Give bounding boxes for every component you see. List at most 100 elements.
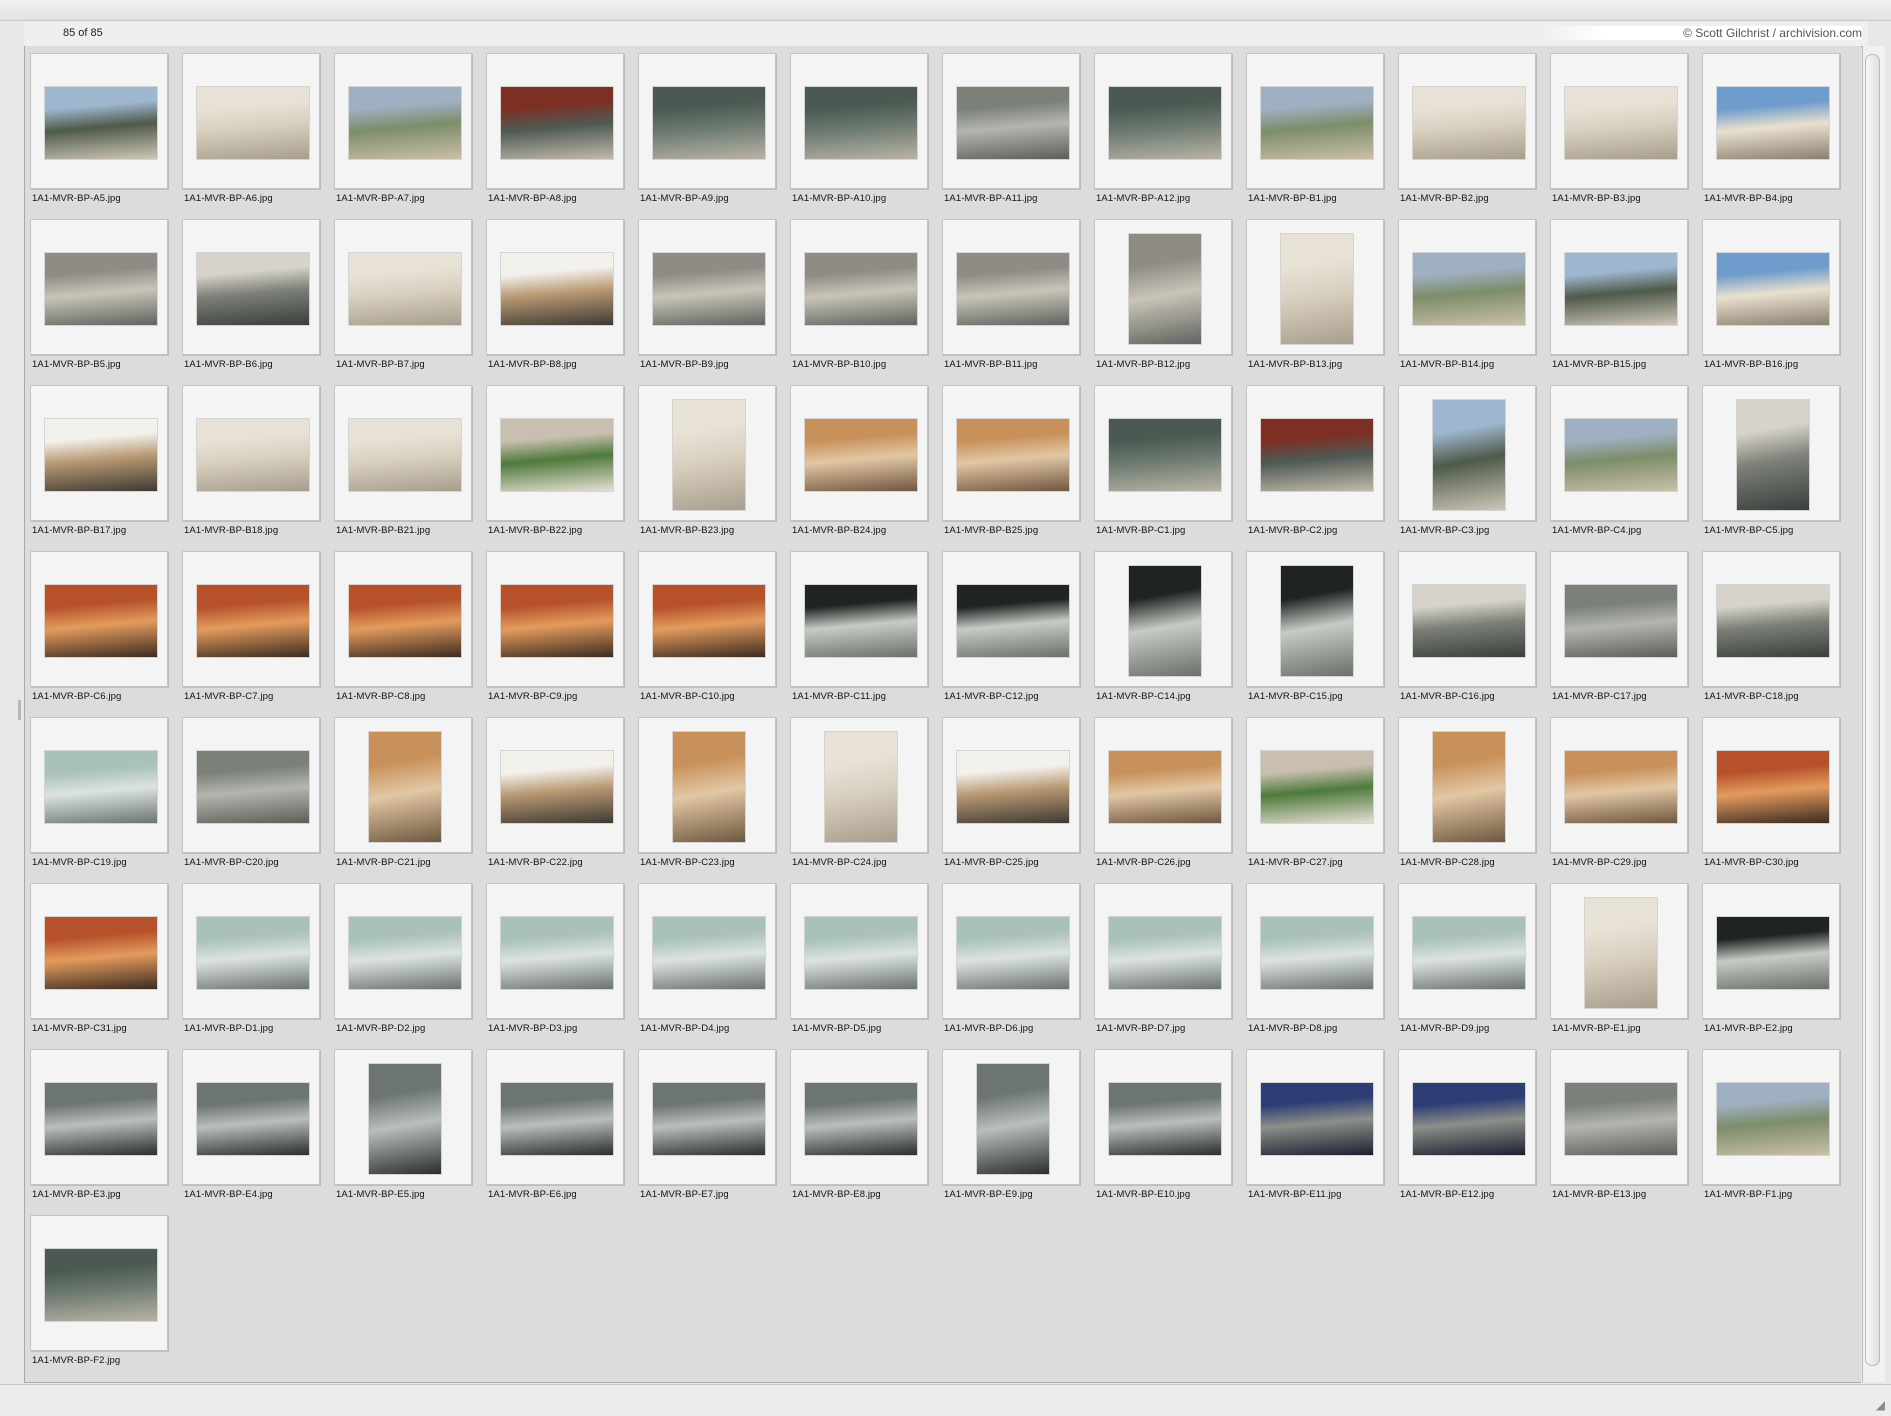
thumbnail-image[interactable]: [368, 731, 442, 843]
thumbnail-image[interactable]: [1564, 86, 1678, 160]
thumbnail-image[interactable]: [44, 750, 158, 824]
thumbnail-image[interactable]: [672, 399, 746, 511]
thumbnail-item[interactable]: 1A1-MVR-BP-C29.jpg: [1550, 717, 1688, 868]
thumbnail-item[interactable]: 1A1-MVR-BP-B4.jpg: [1702, 53, 1840, 204]
thumbnail-image[interactable]: [1412, 584, 1526, 658]
thumbnail-image[interactable]: [1716, 86, 1830, 160]
thumbnail-item[interactable]: 1A1-MVR-BP-A5.jpg: [30, 53, 168, 204]
thumbnail-image[interactable]: [196, 584, 310, 658]
thumbnail-image[interactable]: [44, 418, 158, 492]
thumbnail-item[interactable]: 1A1-MVR-BP-E4.jpg: [182, 1049, 320, 1200]
thumbnail-image[interactable]: [1412, 252, 1526, 326]
thumbnail-image[interactable]: [1432, 731, 1506, 843]
thumbnail-image[interactable]: [976, 1063, 1050, 1175]
thumbnail-image[interactable]: [1108, 750, 1222, 824]
thumbnail-item[interactable]: 1A1-MVR-BP-C31.jpg: [30, 883, 168, 1034]
thumbnail-item[interactable]: 1A1-MVR-BP-B24.jpg: [790, 385, 928, 536]
thumbnail-item[interactable]: 1A1-MVR-BP-B12.jpg: [1094, 219, 1232, 370]
thumbnail-image[interactable]: [956, 916, 1070, 990]
thumbnail-item[interactable]: 1A1-MVR-BP-C18.jpg: [1702, 551, 1840, 702]
thumbnail-image[interactable]: [804, 252, 918, 326]
thumbnail-item[interactable]: 1A1-MVR-BP-E13.jpg: [1550, 1049, 1688, 1200]
thumbnail-image[interactable]: [196, 86, 310, 160]
thumbnail-item[interactable]: 1A1-MVR-BP-C4.jpg: [1550, 385, 1688, 536]
thumbnail-image[interactable]: [804, 584, 918, 658]
thumbnail-item[interactable]: 1A1-MVR-BP-E9.jpg: [942, 1049, 1080, 1200]
thumbnail-item[interactable]: 1A1-MVR-BP-E11.jpg: [1246, 1049, 1384, 1200]
thumbnail-image[interactable]: [804, 86, 918, 160]
thumbnail-item[interactable]: 1A1-MVR-BP-A7.jpg: [334, 53, 472, 204]
thumbnail-item[interactable]: 1A1-MVR-BP-C1.jpg: [1094, 385, 1232, 536]
thumbnail-image[interactable]: [44, 86, 158, 160]
thumbnail-item[interactable]: 1A1-MVR-BP-B11.jpg: [942, 219, 1080, 370]
thumbnail-item[interactable]: 1A1-MVR-BP-C5.jpg: [1702, 385, 1840, 536]
thumbnail-item[interactable]: 1A1-MVR-BP-B1.jpg: [1246, 53, 1384, 204]
thumbnail-item[interactable]: 1A1-MVR-BP-C28.jpg: [1398, 717, 1536, 868]
thumbnail-image[interactable]: [652, 916, 766, 990]
thumbnail-image[interactable]: [804, 418, 918, 492]
thumbnail-image[interactable]: [500, 584, 614, 658]
thumbnail-item[interactable]: 1A1-MVR-BP-D6.jpg: [942, 883, 1080, 1034]
thumbnail-image[interactable]: [196, 750, 310, 824]
thumbnail-item[interactable]: 1A1-MVR-BP-B21.jpg: [334, 385, 472, 536]
thumbnail-image[interactable]: [672, 731, 746, 843]
thumbnail-item[interactable]: 1A1-MVR-BP-D9.jpg: [1398, 883, 1536, 1034]
thumbnail-image[interactable]: [1564, 1082, 1678, 1156]
thumbnail-item[interactable]: 1A1-MVR-BP-C17.jpg: [1550, 551, 1688, 702]
thumbnail-image[interactable]: [500, 1082, 614, 1156]
thumbnail-image[interactable]: [348, 418, 462, 492]
thumbnail-item[interactable]: 1A1-MVR-BP-A6.jpg: [182, 53, 320, 204]
thumbnail-item[interactable]: 1A1-MVR-BP-B18.jpg: [182, 385, 320, 536]
thumbnail-image[interactable]: [348, 916, 462, 990]
thumbnail-image[interactable]: [652, 86, 766, 160]
thumbnail-item[interactable]: 1A1-MVR-BP-B7.jpg: [334, 219, 472, 370]
thumbnail-image[interactable]: [652, 252, 766, 326]
thumbnail-image[interactable]: [196, 1082, 310, 1156]
thumbnail-image[interactable]: [44, 1082, 158, 1156]
thumbnail-image[interactable]: [1564, 750, 1678, 824]
thumbnail-image[interactable]: [1260, 86, 1374, 160]
thumbnail-item[interactable]: 1A1-MVR-BP-A8.jpg: [486, 53, 624, 204]
thumbnail-item[interactable]: 1A1-MVR-BP-C25.jpg: [942, 717, 1080, 868]
thumbnail-image[interactable]: [1716, 584, 1830, 658]
thumbnail-item[interactable]: 1A1-MVR-BP-C21.jpg: [334, 717, 472, 868]
thumbnail-item[interactable]: 1A1-MVR-BP-C6.jpg: [30, 551, 168, 702]
thumbnail-item[interactable]: 1A1-MVR-BP-B15.jpg: [1550, 219, 1688, 370]
thumbnail-item[interactable]: 1A1-MVR-BP-A10.jpg: [790, 53, 928, 204]
thumbnail-item[interactable]: 1A1-MVR-BP-E8.jpg: [790, 1049, 928, 1200]
thumbnail-image[interactable]: [500, 916, 614, 990]
thumbnail-item[interactable]: 1A1-MVR-BP-B5.jpg: [30, 219, 168, 370]
thumbnail-image[interactable]: [1280, 565, 1354, 677]
thumbnail-item[interactable]: 1A1-MVR-BP-D4.jpg: [638, 883, 776, 1034]
thumbnail-image[interactable]: [348, 252, 462, 326]
thumbnail-image[interactable]: [44, 584, 158, 658]
thumbnail-image[interactable]: [652, 1082, 766, 1156]
thumbnail-item[interactable]: 1A1-MVR-BP-A9.jpg: [638, 53, 776, 204]
thumbnail-image[interactable]: [1108, 916, 1222, 990]
thumbnail-item[interactable]: 1A1-MVR-BP-C14.jpg: [1094, 551, 1232, 702]
thumbnail-item[interactable]: 1A1-MVR-BP-C24.jpg: [790, 717, 928, 868]
thumbnail-image[interactable]: [956, 418, 1070, 492]
thumbnail-image[interactable]: [1716, 916, 1830, 990]
thumbnail-image[interactable]: [1260, 418, 1374, 492]
thumbnail-item[interactable]: 1A1-MVR-BP-B13.jpg: [1246, 219, 1384, 370]
thumbnail-item[interactable]: 1A1-MVR-BP-D1.jpg: [182, 883, 320, 1034]
thumbnail-image[interactable]: [1108, 1082, 1222, 1156]
thumbnail-image[interactable]: [196, 916, 310, 990]
thumbnail-image[interactable]: [500, 252, 614, 326]
thumbnail-image[interactable]: [804, 1082, 918, 1156]
thumbnail-item[interactable]: 1A1-MVR-BP-C15.jpg: [1246, 551, 1384, 702]
thumbnail-item[interactable]: 1A1-MVR-BP-C19.jpg: [30, 717, 168, 868]
thumbnail-item[interactable]: 1A1-MVR-BP-C2.jpg: [1246, 385, 1384, 536]
thumbnail-item[interactable]: 1A1-MVR-BP-C16.jpg: [1398, 551, 1536, 702]
thumbnail-item[interactable]: 1A1-MVR-BP-C12.jpg: [942, 551, 1080, 702]
thumbnail-item[interactable]: 1A1-MVR-BP-E3.jpg: [30, 1049, 168, 1200]
thumbnail-image[interactable]: [956, 584, 1070, 658]
thumbnail-image[interactable]: [1716, 1082, 1830, 1156]
thumbnail-item[interactable]: 1A1-MVR-BP-B9.jpg: [638, 219, 776, 370]
thumbnail-item[interactable]: 1A1-MVR-BP-C23.jpg: [638, 717, 776, 868]
thumbnail-item[interactable]: 1A1-MVR-BP-D8.jpg: [1246, 883, 1384, 1034]
thumbnail-image[interactable]: [44, 916, 158, 990]
thumbnail-item[interactable]: 1A1-MVR-BP-A11.jpg: [942, 53, 1080, 204]
thumbnail-image[interactable]: [652, 584, 766, 658]
